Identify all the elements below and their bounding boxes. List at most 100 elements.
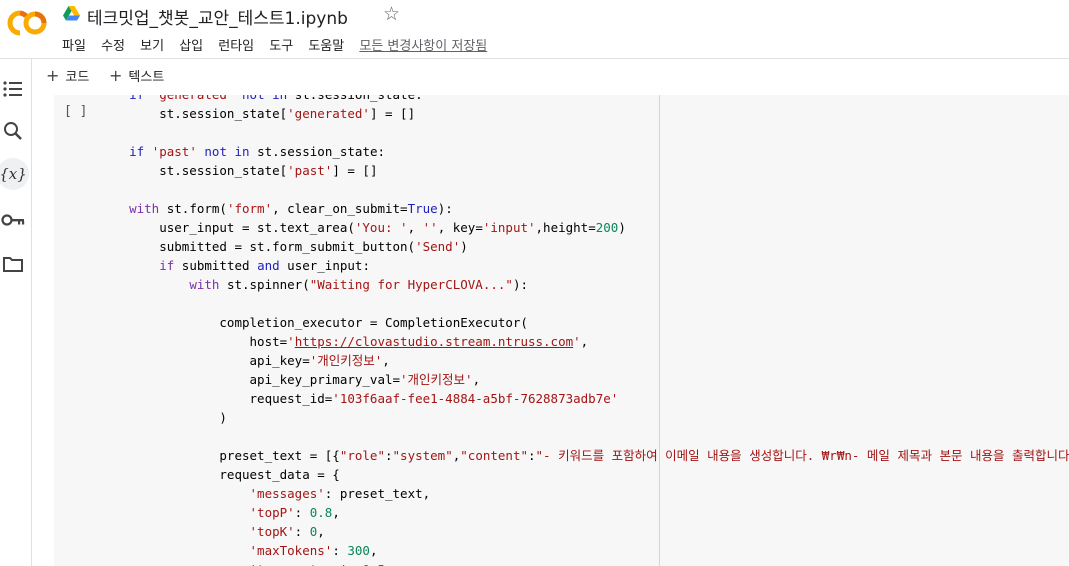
code-token: not [242, 95, 265, 102]
code-token: completion_executor = CompletionExecutor… [99, 315, 528, 330]
code-line: ​ [99, 427, 1069, 446]
code-token: api_key_primary_val= [99, 372, 401, 387]
code-token: 'generated' [152, 95, 235, 102]
code-token: with [189, 277, 220, 292]
menu-bar: 파일 수정 보기 삽입 런타임 도구 도움말 모든 변경사항이 저장됨 [62, 35, 498, 54]
code-token: , [472, 372, 481, 387]
code-line: host='https://clovastudio.stream.ntruss.… [99, 332, 1069, 351]
code-token: submitted = st.form_submit_button( [99, 239, 416, 254]
plus-icon: + [109, 66, 123, 85]
code-token: , key= [437, 220, 483, 235]
code-token: "role" [339, 448, 385, 463]
code-line: with st.spinner("Waiting for HyperCLOVA.… [99, 275, 1069, 294]
search-icon[interactable] [0, 118, 25, 143]
left-sidebar: {x} [0, 59, 32, 566]
code-token: user_input: [279, 258, 370, 273]
run-cell-button[interactable]: [ ] [64, 104, 87, 119]
code-token: if [129, 95, 144, 102]
google-drive-icon[interactable] [63, 6, 80, 21]
code-token: api_key= [99, 353, 310, 368]
key-icon[interactable] [0, 207, 25, 232]
code-token: : [384, 448, 393, 463]
menu-edit[interactable]: 수정 [101, 39, 125, 54]
code-line: request_id='103f6aaf-fee1-4884-a5bf-7628… [99, 389, 1069, 408]
code-line: st.session_state['generated'] = [] [99, 104, 1069, 123]
code-token: '103f6aaf-fee1-4884-a5bf-7628873adb7e' [332, 391, 619, 406]
saved-status[interactable]: 모든 변경사항이 저장됨 [359, 39, 487, 54]
code-token: : [294, 524, 310, 539]
code-token: st.session_state[ [99, 106, 288, 121]
code-token: 'input' [482, 220, 536, 235]
code-token: ) [460, 239, 468, 254]
code-token: 300 [347, 543, 370, 558]
code-line: api_key='개인키정보', [99, 351, 1069, 370]
code-token: 'topK' [249, 524, 295, 539]
menu-view[interactable]: 보기 [140, 39, 164, 54]
code-token: True [407, 201, 438, 216]
code-token: ) [618, 220, 626, 235]
menu-runtime[interactable]: 런타임 [218, 39, 254, 54]
code-line: 'topP': 0.8, [99, 503, 1069, 522]
code-token: with [129, 201, 160, 216]
code-token: preset_text = [{ [99, 448, 340, 463]
code-line: 'maxTokens': 300, [99, 541, 1069, 560]
folder-icon[interactable] [0, 251, 25, 276]
code-line: preset_text = [{"role":"system","content… [99, 446, 1069, 465]
code-token: st.session_state: [249, 144, 386, 159]
add-text-button[interactable]: + 텍스트 [109, 66, 164, 85]
code-token: ' [287, 334, 295, 349]
code-line: ​ [99, 123, 1069, 142]
code-token: 'form' [226, 201, 273, 216]
code-line: ​ [99, 294, 1069, 313]
notebook-title[interactable]: 테크밋업_챗봇_교안_테스트1.ipynb [87, 4, 348, 29]
code-token: ] = [] [332, 163, 378, 178]
code-token: ): [437, 201, 453, 216]
menu-file[interactable]: 파일 [62, 39, 86, 54]
code-line: 'messages': preset_text, [99, 484, 1069, 503]
code-token: request_data = { [99, 467, 340, 482]
code-line: with st.form('form', clear_on_submit=Tru… [99, 199, 1069, 218]
code-token: ): [512, 277, 528, 292]
code-token: and [257, 258, 280, 273]
code-token: 'Send' [415, 239, 461, 254]
code-line: completion_executor = CompletionExecutor… [99, 313, 1069, 332]
code-token: "- 키워드를 포함하여 이메일 내용을 생성합니다. ₩r₩n- 메일 제목과… [535, 448, 1069, 463]
add-code-button[interactable]: + 코드 [46, 66, 89, 85]
code-token: ,height= [535, 220, 596, 235]
code-token: host= [99, 334, 288, 349]
code-editor[interactable]: if 'generated' not in st.session_state: … [99, 95, 1069, 566]
menu-help[interactable]: 도움말 [308, 39, 344, 54]
menu-insert[interactable]: 삽입 [179, 39, 203, 54]
code-token: 'topP' [249, 505, 295, 520]
colab-logo-icon[interactable] [6, 9, 48, 37]
code-token: submitted [174, 258, 258, 273]
code-cell[interactable]: if 'generated' not in st.session_state: … [54, 95, 1069, 566]
code-token: , [369, 543, 378, 558]
code-token: 'messages' [249, 486, 325, 501]
code-token: 'You: ' [354, 220, 408, 235]
code-token: st.spinner( [219, 277, 310, 292]
code-token: 'past' [151, 144, 197, 159]
code-line: if 'past' not in st.session_state: [99, 142, 1069, 161]
menu-tools[interactable]: 도구 [269, 39, 293, 54]
code-token: 0.8 [309, 505, 333, 520]
code-token: , [317, 524, 325, 539]
toc-icon[interactable] [0, 76, 25, 101]
star-icon[interactable]: ☆ [383, 3, 400, 25]
variables-icon[interactable]: {x} [0, 158, 29, 190]
code-token: "system" [392, 448, 453, 463]
code-token: 'temperature' [250, 562, 348, 566]
code-token: "Waiting for HyperCLOVA..." [309, 277, 513, 292]
code-token: 0.5 [362, 562, 385, 566]
